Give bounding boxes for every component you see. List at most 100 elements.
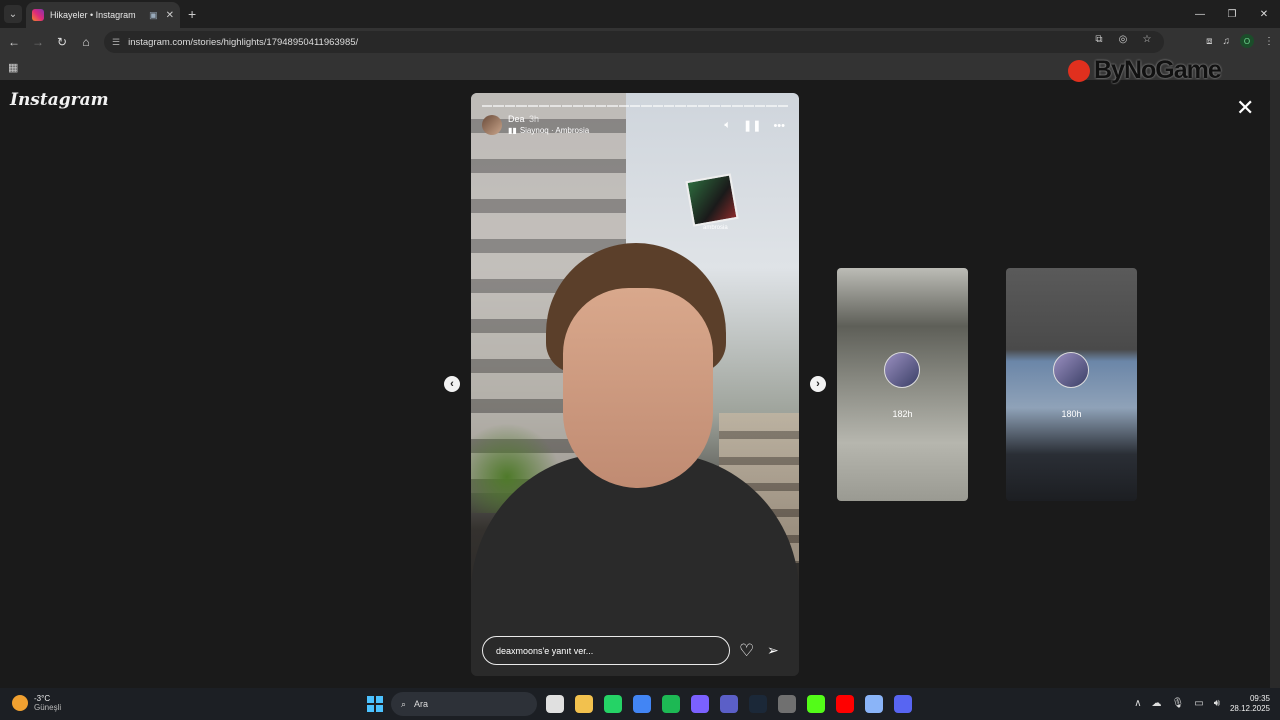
reply-input[interactable]: deaxmoons'e yanıt ver...: [482, 636, 730, 665]
back-button[interactable]: ←: [6, 34, 22, 50]
taskbar-app-icon[interactable]: [720, 695, 738, 713]
progress-segment: [629, 105, 641, 107]
extensions-icon[interactable]: ⧈: [1206, 36, 1212, 47]
taskbar-search[interactable]: ⌕ Ara: [391, 692, 537, 716]
progress-segment: [732, 105, 743, 107]
instagram-favicon-icon: [32, 9, 44, 21]
taskbar-app-icon[interactable]: [546, 695, 564, 713]
taskbar-app-icon[interactable]: [807, 695, 825, 713]
onedrive-icon[interactable]: ☁: [1152, 698, 1162, 709]
progress-segment: [664, 105, 675, 107]
taskbar-app-icon[interactable]: [633, 695, 651, 713]
volume-icon[interactable]: 🔈︎: [724, 119, 731, 132]
tab-media-icon[interactable]: ▣: [149, 10, 158, 21]
more-options-icon[interactable]: •••: [773, 120, 785, 132]
reload-button[interactable]: ↻: [54, 34, 70, 50]
taskbar-app-icon[interactable]: [749, 695, 767, 713]
window-controls: — ❐ ✕: [1184, 0, 1280, 28]
progress-segment: [584, 105, 595, 107]
taskbar-app-icon[interactable]: [778, 695, 796, 713]
story-time: 3h: [529, 114, 540, 124]
upcoming-story-1[interactable]: 182h: [837, 268, 968, 501]
progress-segment: [573, 105, 584, 107]
tab-instagram[interactable]: Hikayeler • Instagram ▣ ✕: [26, 2, 180, 28]
home-button[interactable]: ⌂: [78, 34, 94, 50]
navigation-bar: ← → ↻ ⌂ ☰ instagram.com/stories/highligh…: [0, 28, 1280, 56]
tab-close-icon[interactable]: ✕: [166, 10, 174, 21]
restore-button[interactable]: ❐: [1216, 0, 1248, 28]
minimize-button[interactable]: —: [1184, 0, 1216, 28]
system-tray: ∧ ☁ 🎙︎ ▭ 🔊︎: [1134, 698, 1220, 709]
taskbar-app-icon[interactable]: [865, 695, 883, 713]
install-app-icon[interactable]: ⧉: [1092, 34, 1106, 45]
progress-segment: [686, 105, 698, 107]
upcoming-story-avatar: [1053, 352, 1089, 388]
menu-icon[interactable]: ⋮: [1264, 36, 1274, 47]
start-button[interactable]: [367, 696, 383, 712]
taskbar-app-icon[interactable]: [836, 695, 854, 713]
like-heart-icon[interactable]: ♡: [739, 641, 754, 661]
taskbar-app-icon[interactable]: [662, 695, 680, 713]
weather-condition: Güneşli: [34, 703, 62, 712]
active-story[interactable]: Dea 3h ▮▮ Siaynoq · Ambrosia 🔈︎ ❚❚ ••• am…: [471, 93, 799, 676]
story-music[interactable]: ▮▮ Siaynoq · Ambrosia: [508, 126, 589, 135]
clock-time: 09:35: [1249, 694, 1270, 703]
progress-segment: [482, 105, 493, 107]
address-bar[interactable]: ☰ instagram.com/stories/highlights/17948…: [104, 31, 1164, 53]
progress-segment: [550, 105, 561, 107]
pause-icon[interactable]: ❚❚: [743, 119, 761, 132]
weather-sun-icon: [12, 695, 28, 711]
stories-page: Instagram ByNoGame ✕ Dea 3h ▮▮ Siaynoq · …: [0, 56, 1270, 688]
tab-title: Hikayeler • Instagram: [50, 10, 136, 20]
progress-segment: [607, 105, 618, 107]
next-story-arrow[interactable]: ›: [810, 376, 826, 392]
tab-strip: ⌄ Hikayeler • Instagram ▣ ✕ + — ❐ ✕: [0, 0, 1280, 28]
music-bars-icon: ▮▮: [508, 126, 517, 135]
weather-widget[interactable]: -3°C Güneşli: [12, 694, 61, 712]
progress-segment: [652, 105, 663, 107]
progress-segment: [709, 105, 720, 107]
progress-segment: [675, 105, 686, 107]
taskbar-app-icon[interactable]: [575, 695, 593, 713]
previous-story-arrow[interactable]: ‹: [444, 376, 460, 392]
story-controls: 🔈︎ ❚❚ •••: [724, 119, 785, 132]
progress-segment: [493, 105, 504, 107]
tray-overflow-icon[interactable]: ∧: [1134, 698, 1141, 709]
upcoming-story-2[interactable]: 180h: [1006, 268, 1137, 501]
send-icon[interactable]: ➢: [767, 642, 779, 659]
upcoming-story-avatar: [884, 352, 920, 388]
url-text[interactable]: instagram.com/stories/highlights/1794895…: [128, 37, 358, 48]
forward-button[interactable]: →: [30, 34, 46, 50]
microphone-icon[interactable]: 🎙︎: [1172, 698, 1185, 709]
story-user-avatar[interactable]: [482, 114, 502, 135]
page-scrollbar[interactable]: [1270, 80, 1280, 688]
speaker-icon[interactable]: 🔊︎: [1214, 698, 1220, 709]
taskbar-apps: [546, 695, 912, 713]
reply-placeholder: deaxmoons'e yanıt ver...: [496, 645, 594, 656]
watermark-text: ByNoGame: [1094, 56, 1222, 84]
progress-segment: [698, 105, 709, 107]
display-icon[interactable]: ▭: [1194, 698, 1203, 709]
search-icon: ⌕: [401, 698, 407, 709]
tracking-protection-icon[interactable]: ◎: [1116, 34, 1130, 45]
story-username[interactable]: Dea: [508, 114, 525, 124]
close-stories-button[interactable]: ✕: [1236, 95, 1254, 121]
taskbar-app-icon[interactable]: [894, 695, 912, 713]
taskbar-search-placeholder: Ara: [414, 699, 429, 709]
taskbar-app-icon[interactable]: [691, 695, 709, 713]
bookmark-star-icon[interactable]: ☆: [1140, 34, 1154, 45]
apps-grid-icon[interactable]: ▦: [8, 61, 18, 74]
window-close-button[interactable]: ✕: [1248, 0, 1280, 28]
site-info-icon[interactable]: ☰: [112, 37, 120, 48]
progress-segment: [504, 105, 516, 107]
taskbar-clock[interactable]: 09:35 28.12.2025: [1230, 694, 1270, 714]
music-sticker[interactable]: [685, 173, 739, 227]
instagram-logo[interactable]: Instagram: [10, 90, 109, 110]
taskbar-app-icon[interactable]: [604, 695, 622, 713]
story-image-face: [563, 288, 713, 488]
tab-search-button[interactable]: ⌄: [4, 5, 22, 23]
new-tab-button[interactable]: +: [188, 6, 196, 22]
profile-avatar[interactable]: O: [1240, 34, 1254, 48]
media-controls-icon[interactable]: ♫: [1223, 36, 1231, 47]
progress-segment: [516, 105, 527, 107]
